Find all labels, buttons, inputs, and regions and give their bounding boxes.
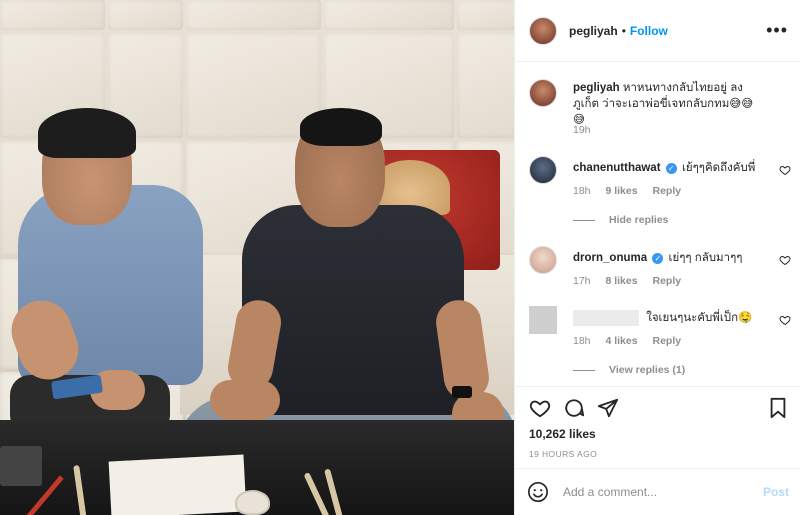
comment-time[interactable]: 17h bbox=[573, 275, 591, 287]
posted-time[interactable]: 19 HOURS AGO bbox=[529, 449, 597, 459]
post-sidebar: pegliyah • Follow ••• pegliyah หาหนทางกล… bbox=[514, 0, 800, 515]
view-replies-button[interactable]: View replies (1) bbox=[573, 364, 685, 376]
more-icon[interactable]: ••• bbox=[766, 20, 788, 41]
paper-menu bbox=[108, 454, 247, 515]
view-replies-label: View replies (1) bbox=[609, 364, 686, 376]
comment-text: เย้ๆๆคิดถึงคับพี่ bbox=[681, 162, 756, 174]
post-username[interactable]: pegliyah bbox=[569, 24, 618, 38]
cup bbox=[235, 490, 270, 515]
post-header: pegliyah • Follow ••• bbox=[515, 0, 800, 62]
caption-time[interactable]: 19h bbox=[573, 124, 591, 136]
heart-icon[interactable] bbox=[779, 254, 791, 266]
reply-button[interactable]: Reply bbox=[653, 335, 682, 347]
comment-text: เย่ๆๆ กลับมาๆๆ bbox=[668, 252, 743, 264]
redacted-username bbox=[573, 310, 639, 326]
caption-meta: 19h bbox=[573, 124, 603, 136]
hide-replies-button[interactable]: Hide replies bbox=[573, 214, 669, 226]
likes-count[interactable]: 10,262 likes bbox=[529, 427, 596, 441]
post-button[interactable]: Post bbox=[763, 485, 789, 499]
man-right-hand-left bbox=[210, 380, 280, 420]
comment-item: drorn_onuma ✓ เย่ๆๆ กลับมาๆๆ 17h 8 likes… bbox=[529, 246, 791, 306]
hide-replies-label: Hide replies bbox=[609, 214, 669, 226]
comment-likes[interactable]: 9 likes bbox=[605, 185, 637, 197]
caption: pegliyah หาหนทางกลับไทยอยู่ ลงภูเก็ต ว่า… bbox=[529, 79, 791, 139]
post-photo[interactable] bbox=[0, 0, 514, 515]
action-icons bbox=[529, 397, 619, 419]
reply-button[interactable]: Reply bbox=[653, 275, 682, 287]
reply-button[interactable]: Reply bbox=[653, 185, 682, 197]
separator-dot: • bbox=[621, 23, 626, 38]
comment-username[interactable]: chanenutthawat bbox=[573, 162, 661, 174]
caption-text-block: pegliyah หาหนทางกลับไทยอยู่ ลงภูเก็ต ว่า… bbox=[573, 80, 765, 128]
comment-meta: 18h 4 likes Reply bbox=[573, 335, 693, 347]
comment-time[interactable]: 18h bbox=[573, 335, 591, 347]
post-actions: 10,262 likes 19 HOURS AGO bbox=[515, 386, 800, 466]
comment-text-block: drorn_onuma ✓ เย่ๆๆ กลับมาๆๆ bbox=[573, 250, 765, 266]
comment-meta: 18h 9 likes Reply bbox=[573, 185, 693, 197]
caption-username[interactable]: pegliyah bbox=[573, 82, 620, 94]
comment-avatar[interactable] bbox=[529, 306, 557, 334]
comment-text: ใจเยนๆนะคับพี่เป็ก🤤 bbox=[646, 312, 753, 325]
tablet bbox=[0, 446, 42, 486]
comment-avatar[interactable] bbox=[529, 156, 557, 184]
caption-avatar[interactable] bbox=[529, 79, 557, 107]
comment-item: chanenutthawat ✓ เย้ๆๆคิดถึงคับพี่ 18h 9… bbox=[529, 156, 791, 241]
comment-likes[interactable]: 4 likes bbox=[605, 335, 637, 347]
follow-button[interactable]: Follow bbox=[630, 24, 668, 38]
heart-icon[interactable] bbox=[779, 164, 791, 176]
comment-input[interactable]: Add a comment... bbox=[563, 485, 763, 499]
heart-icon[interactable] bbox=[779, 314, 791, 326]
man-right-hair bbox=[300, 108, 382, 146]
man-left-hair bbox=[38, 108, 136, 158]
comment-icon[interactable] bbox=[563, 397, 585, 419]
heart-icon[interactable] bbox=[529, 397, 551, 419]
emoji-icon[interactable] bbox=[527, 481, 549, 503]
verified-icon: ✓ bbox=[652, 253, 664, 264]
comment-username[interactable]: drorn_onuma bbox=[573, 252, 647, 264]
comment-avatar[interactable] bbox=[529, 246, 557, 274]
comment-composer: Add a comment... Post bbox=[515, 468, 800, 515]
comment-text-block: chanenutthawat ✓ เย้ๆๆคิดถึงคับพี่ bbox=[573, 160, 765, 176]
comment-text-block: ใจเยนๆนะคับพี่เป็ก🤤 bbox=[573, 310, 765, 326]
comment-item: ใจเยนๆนะคับพี่เป็ก🤤 18h 4 likes Reply Vi… bbox=[529, 306, 791, 385]
wristwatch bbox=[452, 386, 472, 398]
comments-list[interactable]: pegliyah หาหนทางกลับไทยอยู่ ลงภูเก็ต ว่า… bbox=[515, 63, 800, 385]
bookmark-icon[interactable] bbox=[767, 397, 789, 419]
verified-icon: ✓ bbox=[665, 163, 677, 174]
comment-likes[interactable]: 8 likes bbox=[605, 275, 637, 287]
comment-time[interactable]: 18h bbox=[573, 185, 591, 197]
comment-meta: 17h 8 likes Reply bbox=[573, 275, 693, 287]
share-icon[interactable] bbox=[597, 397, 619, 419]
instagram-post-window: pegliyah • Follow ••• pegliyah หาหนทางกล… bbox=[0, 0, 800, 515]
avatar[interactable] bbox=[529, 16, 557, 45]
